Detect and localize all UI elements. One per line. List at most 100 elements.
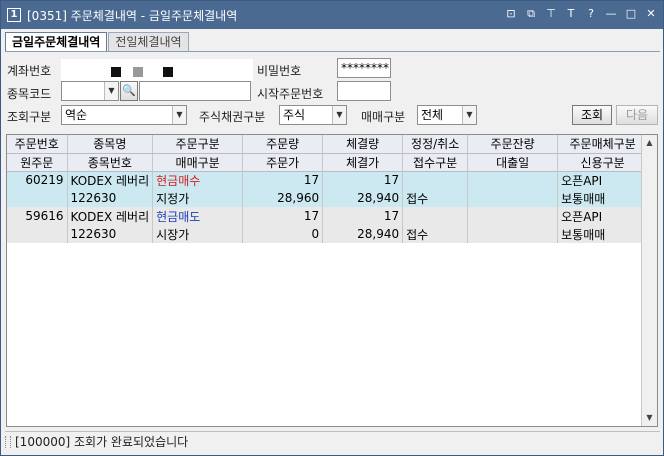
order-media: 오픈API <box>557 171 649 189</box>
col-accept-type[interactable]: 접수구분 <box>402 153 469 172</box>
accept-type: 접수 <box>402 225 469 243</box>
tab-strip: 금일주문체결내역 전일체결내역 <box>5 32 190 52</box>
order-execution-window: 1 [0351] 주문체결내역 - 금일주문체결내역 ⊡ ⧉ ⊤ T ? — □… <box>0 0 664 456</box>
account-number-field[interactable] <box>61 59 253 81</box>
modify-cancel <box>402 171 469 189</box>
filled-price: 28,940 <box>322 225 404 243</box>
next-button[interactable]: 다음 <box>616 105 658 125</box>
order-price: 28,960 <box>242 189 324 207</box>
stock-code-input[interactable]: ▼ <box>61 81 119 101</box>
table-row[interactable]: 122630 지정가 28,960 28,940 접수 보통매매 <box>7 189 649 207</box>
trade-type: 지정가 <box>152 189 244 207</box>
password-field[interactable]: ******** <box>337 58 391 78</box>
pin-icon[interactable]: ⊤ <box>543 6 559 22</box>
close-icon[interactable]: ✕ <box>643 6 659 22</box>
order-media: 오픈API <box>557 207 649 225</box>
order-qty: 17 <box>242 207 324 225</box>
remain-qty <box>467 207 559 225</box>
chevron-down-icon[interactable]: ▼ <box>172 106 186 124</box>
header-row-bottom: 원주문 종목번호 매매구분 주문가 체결가 접수구분 대출일 신용구분 <box>7 153 649 172</box>
col-original-order[interactable]: 원주문 <box>7 153 68 172</box>
copy-icon[interactable]: ⧉ <box>523 6 539 22</box>
modify-cancel <box>402 207 469 225</box>
col-order-price[interactable]: 주문가 <box>242 153 324 172</box>
order-grid[interactable]: 주문번호 종목명 주문구분 주문량 체결량 정정/취소 주문잔량 주문매체구분 … <box>6 134 658 427</box>
trade-type: 시장가 <box>152 225 244 243</box>
col-loan-date[interactable]: 대출일 <box>467 153 559 172</box>
scroll-up-icon[interactable]: ▲ <box>642 135 657 151</box>
col-order-qty[interactable]: 주문량 <box>242 135 324 154</box>
header-row-top: 주문번호 종목명 주문구분 주문량 체결량 정정/취소 주문잔량 주문매체구분 <box>7 135 649 154</box>
trade-type-label: 매매구분 <box>361 110 406 124</box>
title-bar[interactable]: 1 [0351] 주문체결내역 - 금일주문체결내역 ⊡ ⧉ ⊤ T ? — □… <box>1 1 663 29</box>
col-order-media[interactable]: 주문매체구분 <box>557 135 649 154</box>
col-order-type[interactable]: 주문구분 <box>152 135 244 154</box>
accept-type: 접수 <box>402 189 469 207</box>
help-icon[interactable]: ? <box>583 6 599 22</box>
stock-name-field <box>139 81 251 101</box>
tab-divider <box>5 51 660 52</box>
filled-qty: 17 <box>322 171 404 189</box>
col-stock-name[interactable]: 종목명 <box>67 135 154 154</box>
tab-today-orders[interactable]: 금일주문체결내역 <box>5 32 108 52</box>
filled-qty: 17 <box>322 207 404 225</box>
window-title: [0351] 주문체결내역 - 금일주문체결내역 <box>27 8 238 23</box>
font-icon[interactable]: T <box>563 6 579 22</box>
order-type: 현금매수 <box>152 171 244 189</box>
table-row[interactable]: 60219 KODEX 레버리 현금매수 17 17 오픈API <box>7 171 649 189</box>
grip-icon <box>5 435 11 448</box>
col-modify-cancel[interactable]: 정정/취소 <box>402 135 469 154</box>
remain-qty <box>467 171 559 189</box>
col-order-no[interactable]: 주문번호 <box>7 135 68 154</box>
search-icon[interactable]: 🔍 <box>120 81 138 101</box>
restore-icon[interactable]: ⊡ <box>503 6 519 22</box>
stock-code: 122630 <box>67 189 154 207</box>
col-filled-price[interactable]: 체결가 <box>322 153 404 172</box>
stock-name: KODEX 레버리 <box>67 171 154 189</box>
chevron-down-icon[interactable]: ▼ <box>104 82 118 100</box>
security-type-label: 주식채권구분 <box>199 110 266 124</box>
col-trade-type[interactable]: 매매구분 <box>152 153 244 172</box>
order-price: 0 <box>242 225 324 243</box>
col-remain-qty[interactable]: 주문잔량 <box>467 135 559 154</box>
stock-code: 122630 <box>67 225 154 243</box>
credit-type: 보통매매 <box>557 189 649 207</box>
order-no: 59616 <box>7 207 68 225</box>
status-bar: [100000] 조회가 완료되었습니다 <box>5 431 660 451</box>
original-order <box>7 225 68 243</box>
credit-type: 보통매매 <box>557 225 649 243</box>
filled-price: 28,940 <box>322 189 404 207</box>
search-button[interactable]: 조회 <box>572 105 612 125</box>
code-label: 종목코드 <box>7 87 52 101</box>
query-type-select[interactable]: 역순 ▼ <box>61 105 187 125</box>
order-no: 60219 <box>7 171 68 189</box>
original-order <box>7 189 68 207</box>
loan-date <box>467 225 559 243</box>
account-label: 계좌번호 <box>7 64 52 78</box>
order-qty: 17 <box>242 171 324 189</box>
col-stock-code[interactable]: 종목번호 <box>67 153 154 172</box>
table-row[interactable]: 59616 KODEX 레버리 현금매도 17 17 오픈API <box>7 207 649 225</box>
loan-date <box>467 189 559 207</box>
security-type-select[interactable]: 주식 ▼ <box>279 105 347 125</box>
chevron-down-icon[interactable]: ▼ <box>332 106 346 124</box>
password-label: 비밀번호 <box>257 64 302 78</box>
vertical-scrollbar[interactable]: ▲ ▼ <box>641 135 657 426</box>
status-message: [100000] 조회가 완료되었습니다 <box>15 435 189 449</box>
minimize-icon[interactable]: — <box>603 6 619 22</box>
order-table: 주문번호 종목명 주문구분 주문량 체결량 정정/취소 주문잔량 주문매체구분 … <box>7 135 649 243</box>
title-icons: ⊡ ⧉ ⊤ T ? — □ ✕ <box>503 6 659 22</box>
start-order-label: 시작주문번호 <box>257 87 324 101</box>
col-filled-qty[interactable]: 체결량 <box>322 135 404 154</box>
stock-name: KODEX 레버리 <box>67 207 154 225</box>
maximize-icon[interactable]: □ <box>623 6 639 22</box>
query-type-label: 조회구분 <box>7 110 52 124</box>
chevron-down-icon[interactable]: ▼ <box>462 106 476 124</box>
start-order-input[interactable] <box>337 81 391 101</box>
order-type: 현금매도 <box>152 207 244 225</box>
scroll-down-icon[interactable]: ▼ <box>642 410 657 426</box>
trade-type-select[interactable]: 전체 ▼ <box>417 105 477 125</box>
col-credit-type[interactable]: 신용구분 <box>557 153 649 172</box>
tab-previous-day[interactable]: 전일체결내역 <box>108 32 189 52</box>
table-row[interactable]: 122630 시장가 0 28,940 접수 보통매매 <box>7 225 649 243</box>
